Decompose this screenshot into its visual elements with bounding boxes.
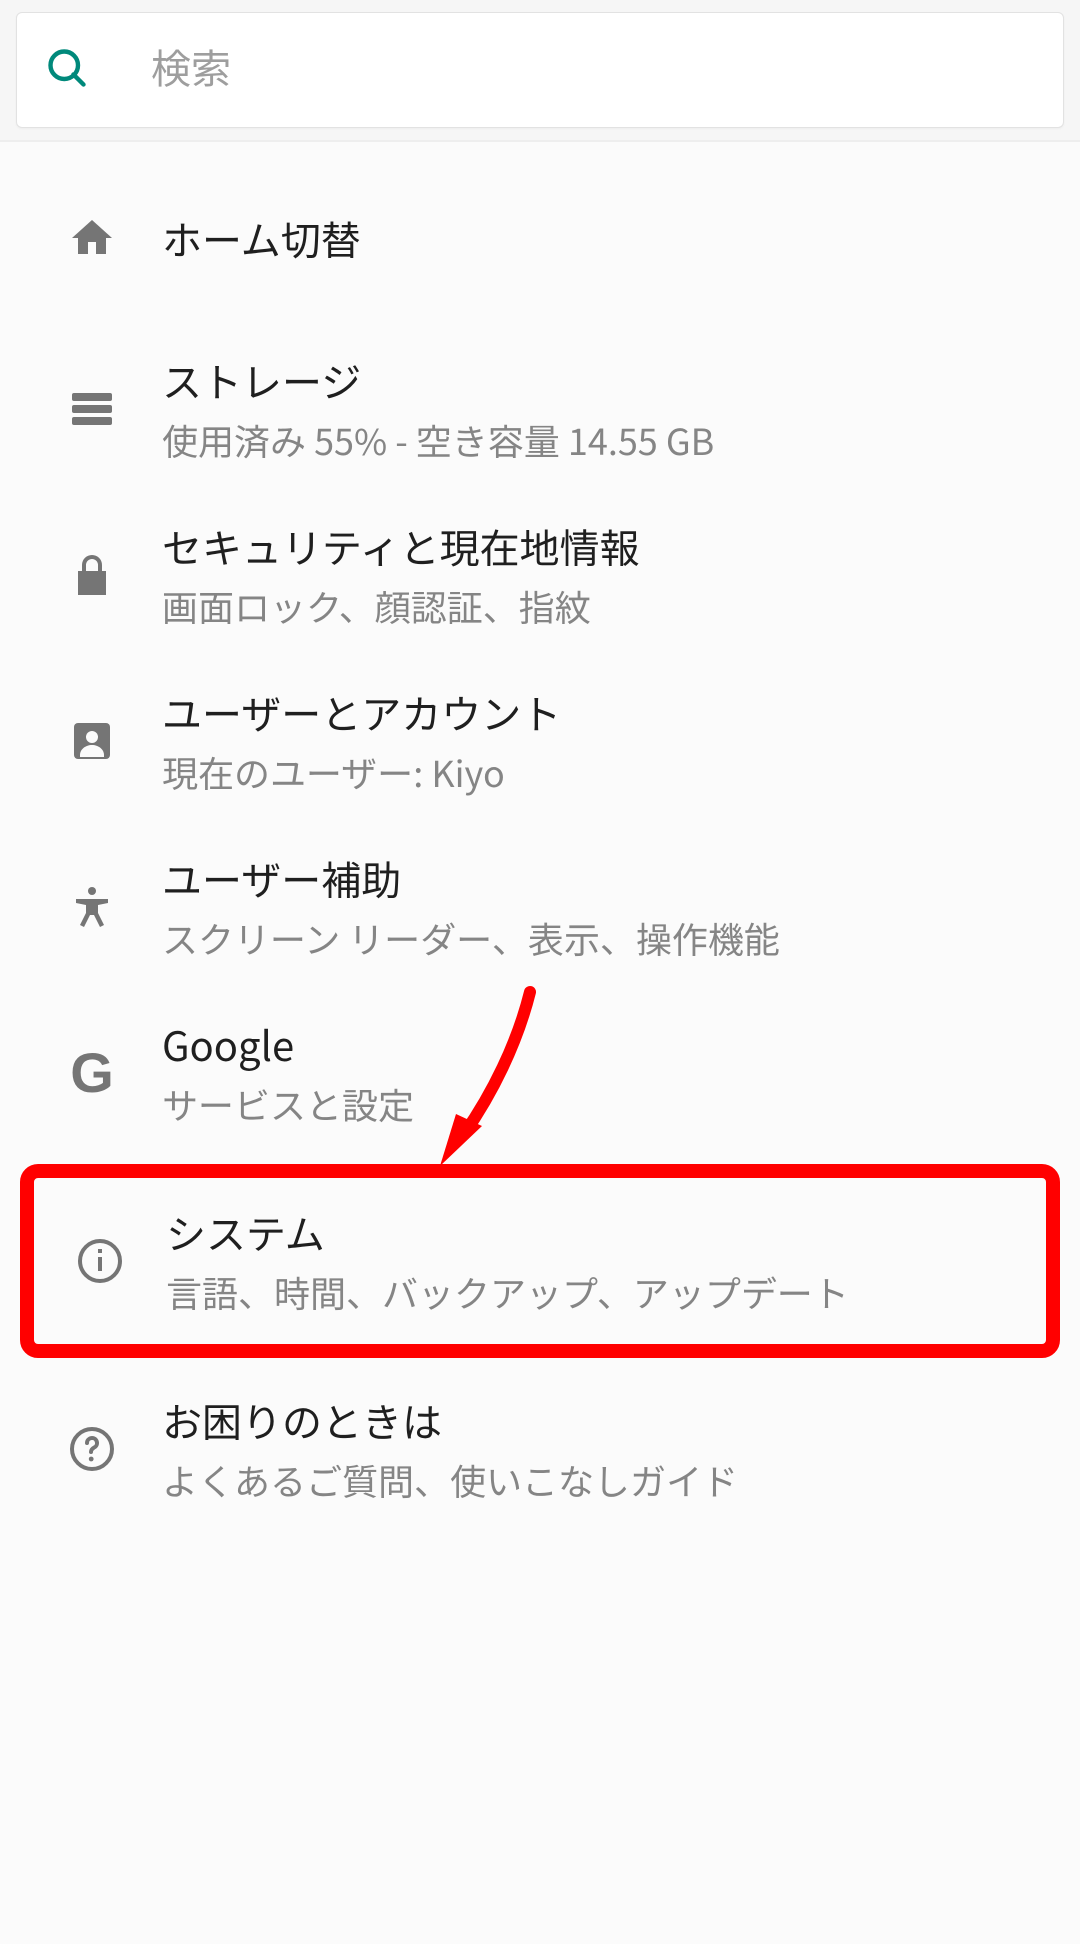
settings-list: ホーム切替 ストレージ 使用済み 55% - 空き容量 14.55 GB セキュ… xyxy=(0,142,1080,1532)
settings-item-title: ホーム切替 xyxy=(162,210,1060,266)
settings-item-title: Google xyxy=(162,1016,1060,1072)
search-icon xyxy=(45,46,89,95)
help-icon xyxy=(22,1425,162,1473)
settings-item-subtitle: よくあるご質問、使いこなしガイド xyxy=(162,1454,1060,1506)
search-input[interactable] xyxy=(151,48,1035,93)
lock-icon xyxy=(22,551,162,599)
settings-item-subtitle: 現在のユーザー: Kiyo xyxy=(162,746,1060,798)
settings-item-subtitle: 使用済み 55% - 空き容量 14.55 GB xyxy=(162,414,1060,466)
settings-item-title: ユーザーとアカウント xyxy=(162,684,1060,740)
settings-item-title: ストレージ xyxy=(162,352,1060,408)
settings-item-subtitle: サービスと設定 xyxy=(162,1078,1060,1130)
home-icon xyxy=(22,214,162,262)
accessibility-icon xyxy=(22,883,162,931)
settings-item-accessibility[interactable]: ユーザー補助 スクリーン リーダー、表示、操作機能 xyxy=(0,824,1080,990)
settings-item-title: お困りのときは xyxy=(162,1392,1060,1448)
storage-icon xyxy=(22,385,162,433)
info-icon xyxy=(34,1237,166,1285)
account-icon xyxy=(22,717,162,765)
settings-item-subtitle: スクリーン リーダー、表示、操作機能 xyxy=(162,912,1060,964)
search-bar[interactable] xyxy=(16,12,1064,128)
google-icon: G xyxy=(22,1045,162,1101)
settings-item-title: ユーザー補助 xyxy=(162,850,1060,906)
settings-item-google[interactable]: G Google サービスと設定 xyxy=(0,990,1080,1156)
settings-item-help[interactable]: お困りのときは よくあるご質問、使いこなしガイド xyxy=(0,1366,1080,1532)
settings-item-title: システム xyxy=(166,1204,1026,1260)
settings-item-subtitle: 言語、時間、バックアップ、アップデート xyxy=(166,1266,1026,1318)
settings-item-home-switcher[interactable]: ホーム切替 xyxy=(0,190,1080,326)
settings-item-security[interactable]: セキュリティと現在地情報 画面ロック、顔認証、指紋 xyxy=(0,492,1080,658)
settings-item-users-accounts[interactable]: ユーザーとアカウント 現在のユーザー: Kiyo xyxy=(0,658,1080,824)
settings-item-title: セキュリティと現在地情報 xyxy=(162,518,1060,574)
search-bar-container xyxy=(0,0,1080,142)
settings-item-system[interactable]: システム 言語、時間、バックアップ、アップデート xyxy=(34,1178,1046,1344)
settings-item-subtitle: 画面ロック、顔認証、指紋 xyxy=(162,580,1060,632)
annotation-highlight: システム 言語、時間、バックアップ、アップデート xyxy=(20,1164,1060,1358)
settings-item-storage[interactable]: ストレージ 使用済み 55% - 空き容量 14.55 GB xyxy=(0,326,1080,492)
